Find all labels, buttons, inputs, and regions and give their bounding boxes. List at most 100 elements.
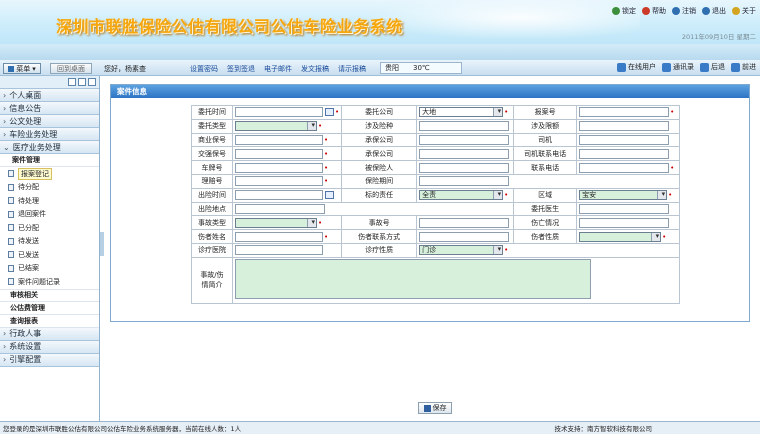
calendar-icon[interactable]: [325, 191, 334, 200]
sidebar-group-desktop[interactable]: › 个人桌面: [0, 89, 99, 102]
quick-link-email[interactable]: 电子邮件: [264, 64, 292, 74]
sidebar-sub-audit[interactable]: 审核相关: [0, 288, 99, 302]
label-contact-phone: 联系电话: [513, 160, 578, 175]
required-mark: •: [504, 191, 509, 200]
quick-link-signin[interactable]: 签到签退: [227, 64, 255, 74]
underwriter-2-input[interactable]: [419, 148, 510, 159]
sidebar-item-pending[interactable]: 待处理: [0, 194, 99, 208]
sidebar-group-auto[interactable]: › 车险业务处理: [0, 128, 99, 141]
hospital-input[interactable]: [235, 245, 323, 256]
required-mark: •: [324, 163, 329, 172]
sidebar-item-assigned[interactable]: 已分配: [0, 221, 99, 235]
accident-place-input[interactable]: [235, 203, 325, 214]
injured-name-input[interactable]: [235, 231, 323, 242]
injured-contact-input[interactable]: [419, 231, 510, 242]
back-link[interactable]: 后退: [700, 62, 725, 72]
label-injured-contact: 伤者联系方式: [341, 229, 418, 244]
required-mark: •: [324, 177, 329, 186]
exit-link[interactable]: 退出: [702, 6, 726, 16]
sidebar-sub-fees[interactable]: 公估费管理: [0, 302, 99, 315]
status-right: 技术支持：南方智软科技有限公司: [554, 425, 653, 433]
doctor-input[interactable]: [579, 203, 670, 214]
sidebar-item-sent[interactable]: 已发送: [0, 248, 99, 262]
required-mark: •: [335, 108, 340, 117]
about-link[interactable]: 关于: [732, 6, 756, 16]
underwriter-1-input[interactable]: [419, 134, 510, 145]
insured-input[interactable]: [419, 162, 510, 173]
sidebar-sub-reports[interactable]: 查询报表: [0, 315, 99, 328]
label-commercial-policy: 商业保号: [191, 132, 233, 148]
chevron-right-icon: ›: [3, 90, 7, 100]
accident-time-input[interactable]: [235, 190, 323, 201]
plate-input[interactable]: [235, 162, 323, 173]
sidebar-sub-case[interactable]: 案件管理: [0, 154, 99, 167]
sidebar-group-engine[interactable]: › 引擎配置: [0, 353, 99, 367]
logout-link[interactable]: 注销: [672, 6, 696, 16]
label-underwriter-2: 承保公司: [341, 146, 418, 162]
lock-link[interactable]: 锁定: [612, 6, 636, 16]
casualty-input[interactable]: [579, 217, 670, 228]
save-button[interactable]: 保存: [418, 402, 452, 414]
accident-type-select[interactable]: [235, 217, 317, 228]
label-entrust-time: 委托时间: [191, 105, 233, 120]
desktop-button[interactable]: 回到桌面: [50, 63, 92, 74]
document-icon: [8, 264, 14, 272]
quick-links: 设置密码 签到签退 电子邮件 发文报稿 请示报稿: [190, 64, 366, 74]
form-row: 委托时间 • 委托公司 大地• 报案号 •: [191, 105, 681, 120]
sidebar-group-notice[interactable]: › 信息公告: [0, 102, 99, 115]
document-icon: [8, 170, 14, 178]
forward-link[interactable]: 前进: [731, 62, 756, 72]
limit-input[interactable]: [579, 121, 670, 132]
sidebar-item-register[interactable]: 报案登记: [0, 167, 99, 181]
sidebar-item-returned[interactable]: 退回案件: [0, 208, 99, 222]
calendar-icon[interactable]: [325, 108, 334, 117]
label-injured-nature: 伤者性质: [513, 229, 578, 244]
label-compulsory-policy: 交强保号: [191, 146, 233, 162]
sidebar-group-medical[interactable]: ⌄ 医疗业务处理: [0, 141, 99, 154]
entrust-company-select[interactable]: 大地: [419, 107, 504, 118]
menu-button[interactable]: 菜单 ▾: [3, 63, 41, 74]
treatment-nature-select[interactable]: 门诊: [419, 245, 504, 256]
region-select[interactable]: 宝安: [579, 190, 668, 201]
quick-link-password[interactable]: 设置密码: [190, 64, 218, 74]
collapse-all-icon[interactable]: [78, 78, 86, 86]
label-limit: 涉及限额: [513, 118, 578, 134]
quick-link-request[interactable]: 请示报稿: [338, 64, 366, 74]
entrust-type-select[interactable]: [235, 121, 317, 132]
sidebar-item-closed[interactable]: 已结案: [0, 262, 99, 276]
entrust-time-input[interactable]: [235, 107, 323, 118]
sidebar-item-issues[interactable]: 案件问题记录: [0, 275, 99, 289]
insurance-type-input[interactable]: [419, 121, 510, 132]
compulsory-policy-input[interactable]: [235, 148, 323, 159]
form-row: 交强保号 • 承保公司 司机联系电话: [191, 146, 681, 162]
sidebar-group-docs[interactable]: › 公文处理: [0, 115, 99, 128]
injured-nature-select[interactable]: [579, 231, 662, 242]
weather-city: 贵阳: [385, 64, 399, 72]
refresh-icon[interactable]: [68, 78, 76, 86]
contacts-link[interactable]: 通讯录: [662, 62, 694, 72]
status-left: 您登录的是深圳市联胜公估有限公司公估车险业务系统服务器，当前在线人数：1人: [3, 425, 242, 433]
commercial-policy-input[interactable]: [235, 134, 323, 145]
report-no-input[interactable]: [579, 107, 670, 118]
insurance-period-input[interactable]: [419, 176, 510, 187]
sidebar-item-to-send[interactable]: 待发送: [0, 235, 99, 249]
quick-link-post[interactable]: 发文报稿: [301, 64, 329, 74]
driver-phone-input[interactable]: [579, 148, 670, 159]
help-link[interactable]: 帮助: [642, 6, 666, 16]
accident-no-input[interactable]: [419, 217, 510, 228]
form-row: 诊疗医院 诊疗性质 门诊•: [191, 242, 681, 258]
claim-no-input[interactable]: [235, 176, 323, 187]
liability-select[interactable]: 全责: [419, 190, 504, 201]
description-textarea[interactable]: [235, 259, 591, 300]
online-users-link[interactable]: 在线用户: [617, 62, 656, 72]
label-driver: 司机: [513, 132, 578, 148]
sidebar-group-hr[interactable]: › 行政人事: [0, 327, 99, 341]
contact-phone-input[interactable]: [579, 162, 670, 173]
sidebar-group-settings[interactable]: › 系统设置: [0, 340, 99, 354]
expand-all-icon[interactable]: [88, 78, 96, 86]
sidebar-item-unassigned[interactable]: 待分配: [0, 181, 99, 195]
driver-input[interactable]: [579, 134, 670, 145]
sidebar-collapse-handle[interactable]: [100, 232, 104, 256]
weather-temp: 30℃: [413, 64, 430, 72]
chevron-down-icon: ⌄: [3, 142, 10, 152]
